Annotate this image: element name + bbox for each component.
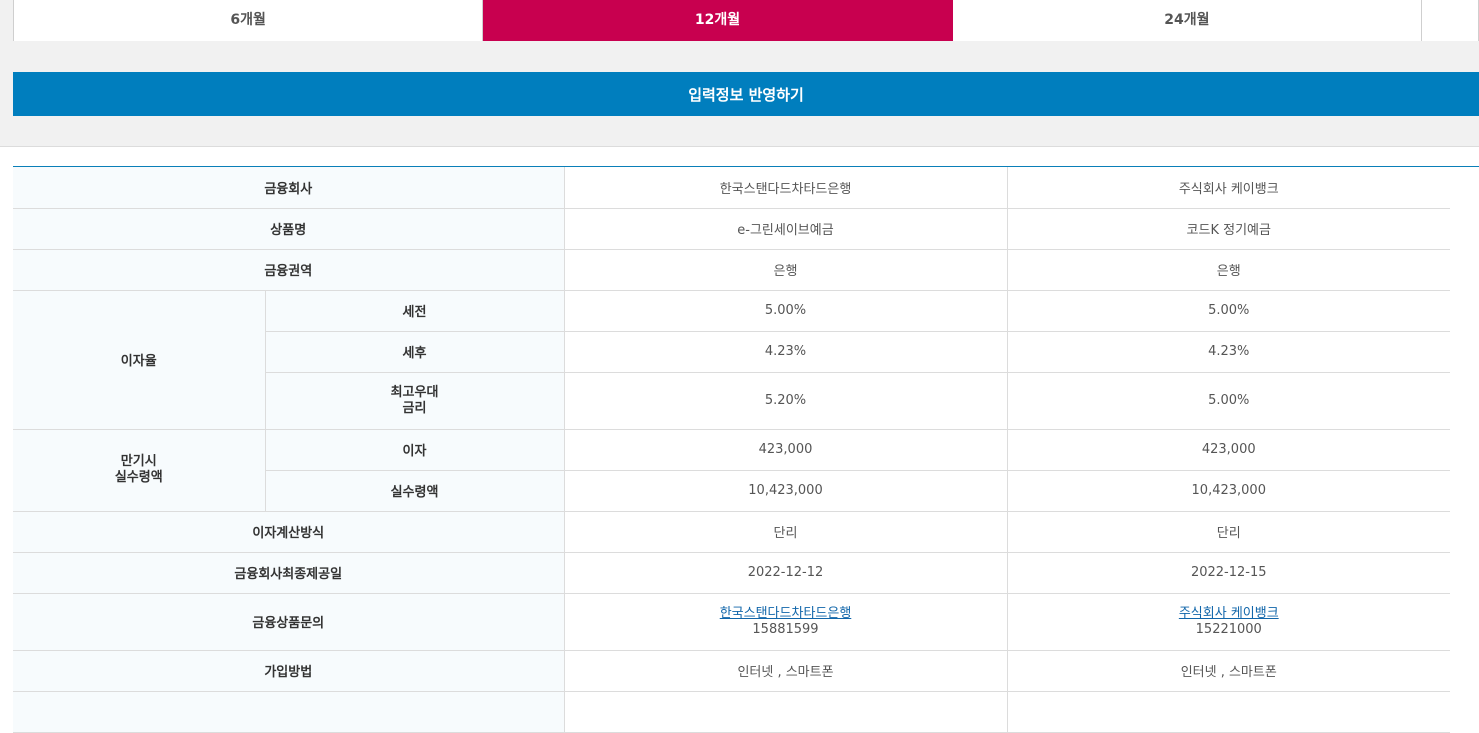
cell-pre-tax-1: 5.00% xyxy=(564,290,1008,332)
row-label-maturity-line1: 만기시 xyxy=(120,454,157,469)
cell-received-1: 10,423,000 xyxy=(564,470,1008,512)
row-label-join-method: 가입방법 xyxy=(13,650,565,692)
cell-product-2: 코드K 정기예금 xyxy=(1007,208,1450,250)
row-label-inquiry: 금융상품문의 xyxy=(13,593,565,651)
row-label-received: 실수령액 xyxy=(265,470,565,512)
cell-sector-1: 은행 xyxy=(564,249,1008,291)
apply-input-button[interactable]: 입력정보 반영하기 xyxy=(13,72,1479,116)
tab-24-months[interactable]: 24개월 xyxy=(952,0,1423,41)
row-label-interest-rate: 이자율 xyxy=(13,290,266,430)
cell-calc-method-1: 단리 xyxy=(564,511,1008,553)
cell-disclosure-date-1: 2022-12-12 xyxy=(564,552,1008,594)
row-label-company: 금융회사 xyxy=(13,167,565,209)
table-row-sector: 금융권역 은행 은행 xyxy=(13,249,1450,291)
inquiry-link-2[interactable]: 주식회사 케이뱅크 xyxy=(1008,606,1451,622)
cell-product-1: e-그린세이브예금 xyxy=(564,208,1008,250)
table-row-calc-method: 이자계산방식 단리 단리 xyxy=(13,511,1450,553)
inquiry-phone-2: 15221000 xyxy=(1195,621,1262,637)
row-label-calc-method: 이자계산방식 xyxy=(13,511,565,553)
row-label-disclosure-date: 금융회사최종제공일 xyxy=(13,552,565,594)
cell-company-1: 한국스탠다드차타드은행 xyxy=(564,167,1008,209)
cell-join-method-2: 인터넷 , 스마트폰 xyxy=(1007,650,1450,692)
table-row-product: 상품명 e-그린세이브예금 코드K 정기예금 xyxy=(13,208,1450,250)
cell-interest-2: 423,000 xyxy=(1007,429,1450,471)
cell-pre-tax-2: 5.00% xyxy=(1007,290,1450,332)
inquiry-link-1[interactable]: 한국스탠다드차타드은행 xyxy=(565,606,1007,622)
row-label-max-pref: 최고우대 금리 xyxy=(265,372,565,430)
table-row-interest: 만기시 실수령액 이자 423,000 423,000 xyxy=(13,429,1450,512)
row-label-pre-tax: 세전 xyxy=(265,290,565,332)
comparison-table-wrap: 금융회사 한국스탠다드차타드은행 주식회사 케이뱅크 상품명 e-그린세이브예금… xyxy=(13,166,1479,733)
inquiry-phone-1: 15881599 xyxy=(752,621,819,637)
row-label-interest: 이자 xyxy=(265,429,565,471)
table-row-inquiry: 금융상품문의 한국스탠다드차타드은행 15881599 주식회사 케이뱅크 15… xyxy=(13,593,1451,651)
cell-max-pref-2: 5.00% xyxy=(1007,372,1450,430)
cell-next-2 xyxy=(1007,691,1450,733)
cell-after-tax-1: 4.23% xyxy=(564,331,1008,373)
table-row-join-method: 가입방법 인터넷 , 스마트폰 인터넷 , 스마트폰 xyxy=(13,650,1450,692)
cell-next-1 xyxy=(564,691,1008,733)
cell-interest-1: 423,000 xyxy=(564,429,1008,471)
cell-company-2: 주식회사 케이뱅크 xyxy=(1007,167,1450,209)
comparison-table: 금융회사 한국스탠다드차타드은행 주식회사 케이뱅크 상품명 e-그린세이브예금… xyxy=(13,167,1450,733)
row-label-sector: 금융권역 xyxy=(13,249,565,291)
row-label-next xyxy=(13,691,565,733)
row-label-product: 상품명 xyxy=(13,208,565,250)
cell-disclosure-date-2: 2022-12-15 xyxy=(1007,552,1450,594)
row-label-max-pref-line2: 금리 xyxy=(402,400,427,416)
cell-inquiry-1: 한국스탠다드차타드은행 15881599 xyxy=(564,593,1008,651)
cell-after-tax-2: 4.23% xyxy=(1007,331,1450,373)
row-label-max-pref-line1: 최고우대 xyxy=(390,384,439,400)
row-label-after-tax: 세후 xyxy=(265,331,565,373)
tab-12-months[interactable]: 12개월 xyxy=(483,0,953,41)
row-label-maturity-line2: 실수령액 xyxy=(114,470,163,485)
cell-join-method-1: 인터넷 , 스마트폰 xyxy=(564,650,1008,692)
cell-max-pref-1: 5.20% xyxy=(564,372,1008,430)
cell-calc-method-2: 단리 xyxy=(1007,511,1450,553)
row-label-maturity: 만기시 실수령액 xyxy=(13,429,266,512)
cell-sector-2: 은행 xyxy=(1007,249,1450,291)
period-tabs: 6개월 12개월 24개월 xyxy=(13,0,1479,41)
table-row-company: 금융회사 한국스탠다드차타드은행 주식회사 케이뱅크 xyxy=(13,167,1450,209)
cell-inquiry-2: 주식회사 케이뱅크 15221000 xyxy=(1007,593,1451,651)
tab-more[interactable] xyxy=(1422,0,1478,41)
tab-6-months[interactable]: 6개월 xyxy=(14,0,484,41)
cell-received-2: 10,423,000 xyxy=(1007,470,1450,512)
table-row-pre-tax: 이자율 세전 5.00% 5.00% xyxy=(13,290,1450,430)
table-row-disclosure-date: 금융회사최종제공일 2022-12-12 2022-12-15 xyxy=(13,552,1450,594)
top-control-area: 6개월 12개월 24개월 입력정보 반영하기 xyxy=(0,0,1479,147)
table-row-next xyxy=(13,691,1450,733)
